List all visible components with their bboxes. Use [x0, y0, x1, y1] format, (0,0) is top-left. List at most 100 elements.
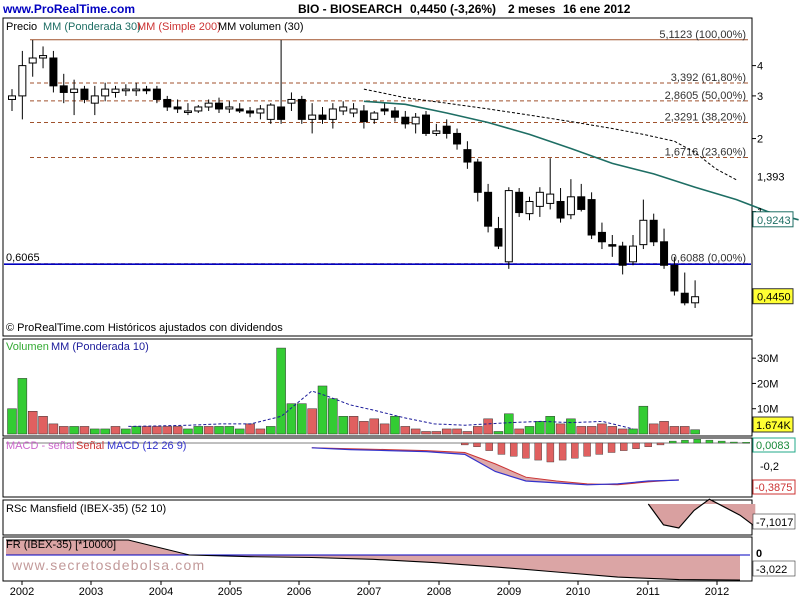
candle-body — [370, 112, 379, 120]
macd-hist-bar — [497, 442, 506, 455]
candle-body — [608, 244, 617, 247]
volume-bar — [27, 411, 38, 435]
volume-bar — [504, 413, 514, 435]
volume-axis-label: 30M — [757, 353, 778, 365]
candle-body — [18, 65, 27, 97]
volume-legend-label: Volumen — [6, 341, 49, 353]
date-text: 16 ene 2012 — [563, 2, 631, 16]
volume-bar — [410, 428, 421, 435]
value-tag-text: 0,4450 — [757, 292, 791, 304]
candle-body — [359, 110, 368, 123]
volume-bar — [110, 426, 121, 435]
volume-bar — [131, 426, 141, 435]
candle-body — [225, 106, 234, 110]
volume-bar — [379, 423, 390, 435]
macd-hist-bar — [546, 442, 555, 463]
x-axis: 2002 2003 2004 2005 2006 2007 2008 2009 2010 2011… — [10, 581, 729, 598]
macd-hist-bar — [644, 442, 652, 447]
volume-bar — [90, 428, 100, 435]
fib-level-label: 0,6088 (0,00%) — [671, 253, 746, 265]
candle-body — [649, 219, 658, 243]
volume-bar — [7, 408, 17, 435]
candle-body — [390, 110, 399, 118]
candle-body — [535, 191, 544, 207]
volume-bar — [152, 426, 162, 435]
macd-hist-bar — [571, 442, 579, 459]
volume-bar — [203, 426, 214, 435]
candle-body — [577, 196, 586, 210]
volume-bar — [659, 421, 669, 435]
value-tag-text: 1,393 — [757, 172, 785, 184]
macd-hist-bar — [607, 442, 616, 453]
volume-bar — [297, 403, 307, 435]
candle-body — [90, 95, 99, 104]
candle-body — [59, 85, 68, 93]
candle-body — [484, 191, 493, 227]
volume-bar — [307, 408, 317, 435]
candle-body — [80, 88, 89, 100]
period-text: 2 meses — [508, 2, 556, 16]
volume-bar — [141, 426, 152, 435]
candle-body — [680, 292, 689, 304]
x-axis-label: 2008 — [427, 586, 451, 598]
x-axis-label: 2011 — [636, 586, 660, 598]
price-axis-label: 2 — [757, 134, 763, 146]
rsc-tag-text: -7,1017 — [756, 517, 793, 529]
x-axis-label: 2004 — [149, 586, 173, 598]
volume-bar — [400, 426, 411, 435]
volume-ma-line — [128, 390, 634, 430]
volume-bar — [100, 428, 110, 435]
macd-hist-bar — [717, 440, 726, 444]
macd-axis-label: -0,2 — [760, 461, 779, 473]
candle-body — [670, 264, 679, 292]
legend-vol: MM volumen (30) — [218, 21, 304, 33]
chart-title: BIO - BIOSEARCH — [298, 2, 402, 16]
x-axis-label: 2007 — [357, 586, 381, 598]
volume-bar — [183, 428, 193, 435]
watermark: www.secretosdebolsa.com — [11, 557, 205, 573]
candle-body — [152, 88, 161, 100]
candle-body — [639, 219, 648, 246]
candle-body — [494, 228, 503, 247]
volume-bar — [462, 431, 473, 435]
x-axis-label: 2006 — [287, 586, 311, 598]
candle-body — [70, 88, 79, 93]
volume-bar — [172, 426, 183, 435]
volume-bar — [69, 426, 79, 435]
candle-body — [297, 98, 306, 120]
legend-sma: MM (Simple 200) — [137, 21, 221, 33]
site-url[interactable]: www.ProRealTime.com — [2, 2, 135, 16]
volume-bar — [59, 426, 69, 435]
volume-bar — [648, 423, 659, 435]
fib-level-label: 2,3291 (38,20%) — [665, 112, 746, 124]
volume-bar — [48, 423, 59, 435]
candle-body — [183, 110, 192, 113]
volume-bar — [555, 423, 566, 435]
candle-body — [422, 114, 430, 134]
candle-body — [515, 191, 524, 214]
volume-bar — [348, 416, 359, 435]
candle-body — [380, 108, 389, 112]
macd-hist-bar — [558, 442, 567, 461]
candle-body — [556, 200, 565, 219]
candle-body — [132, 88, 141, 92]
macd-hist-bar — [473, 442, 481, 447]
macd-hist-bar — [705, 439, 714, 444]
value-tag-text: 0,9243 — [757, 215, 791, 227]
macd-hist-bar — [742, 442, 750, 444]
macd-hist-bar — [730, 441, 738, 444]
volume-bar — [38, 416, 48, 435]
macd-hist-bar — [583, 442, 591, 457]
volume-bar — [224, 426, 235, 435]
volume-tag-text: 1.674K — [756, 420, 792, 432]
candle-body — [8, 95, 16, 100]
candle-body — [318, 114, 327, 120]
volume-bar — [680, 426, 690, 435]
candle-body — [287, 98, 296, 104]
volume-layer: 30M 20M 10M 1.674K — [7, 347, 794, 435]
volume-bar — [493, 431, 504, 435]
candle-body — [101, 88, 110, 97]
candle-body — [235, 108, 244, 112]
volume-bar — [441, 428, 452, 435]
price-layer: 5,1123 (100,00%) 3,392 (61,80%) 2,8605 (50… — [4, 29, 799, 308]
